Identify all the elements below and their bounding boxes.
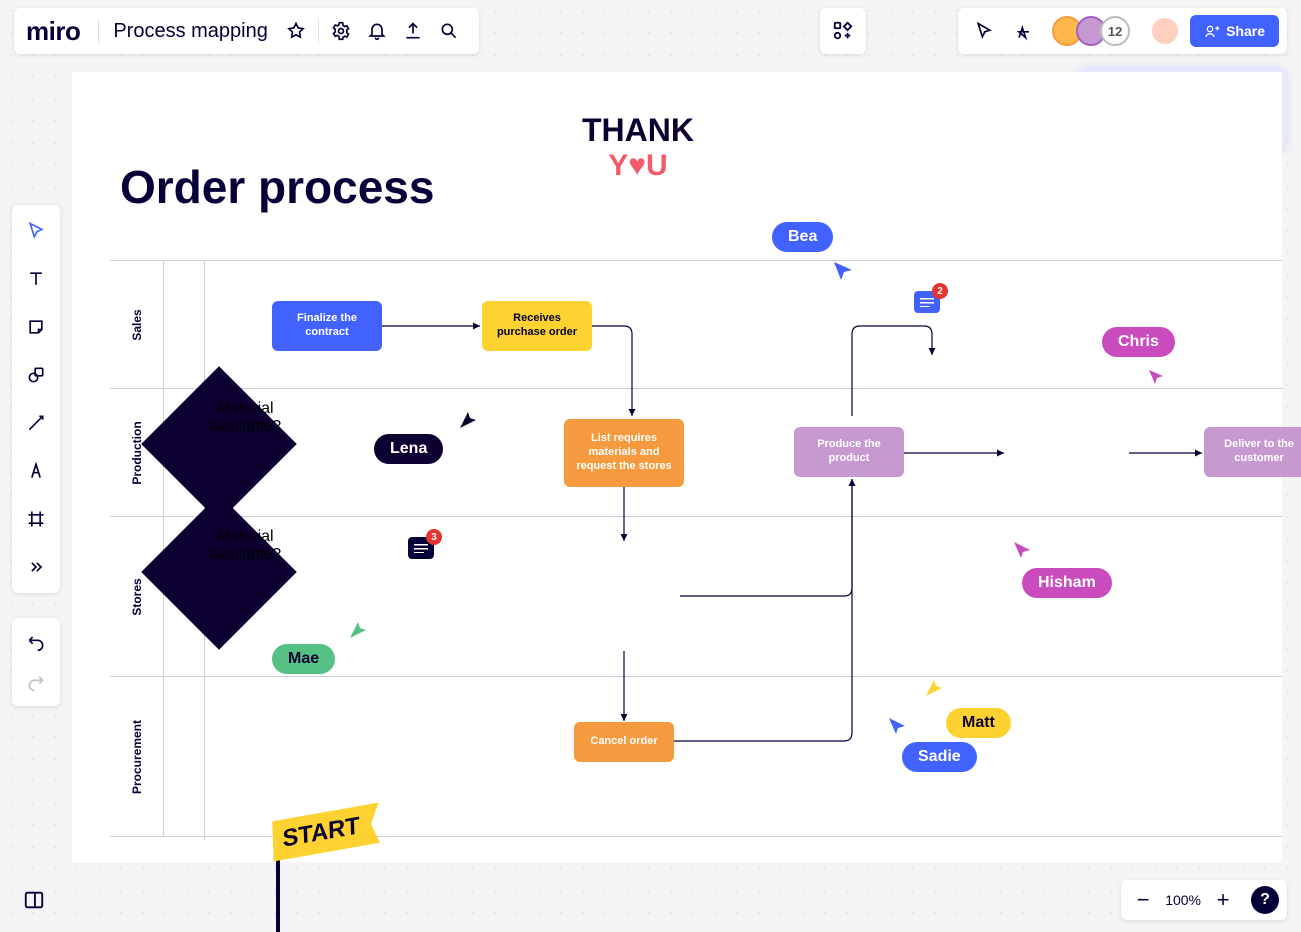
cursor-label-hisham: Hisham — [1022, 568, 1112, 598]
cursor-arrow-matt — [924, 678, 944, 698]
upload-icon[interactable] — [395, 13, 431, 49]
cursor-arrow-sadie — [887, 716, 907, 736]
logo[interactable]: miro — [26, 16, 80, 47]
reactions-icon[interactable] — [1006, 13, 1042, 49]
left-toolbar — [12, 205, 60, 593]
node-finalize[interactable]: Finalize the contract — [272, 301, 382, 351]
cursor-label-mae: Mae — [272, 644, 335, 674]
topbar-right: 12 Share — [958, 8, 1287, 54]
search-icon[interactable] — [431, 13, 467, 49]
comment-badge-2[interactable]: 3 — [408, 537, 434, 559]
redo-button[interactable] — [18, 664, 54, 700]
node-produce[interactable]: Produce the product — [794, 427, 904, 477]
cursor-arrow-mae — [348, 620, 370, 642]
cursor-chris: Chris — [1102, 327, 1175, 357]
lane-label-stores: Stores — [130, 578, 144, 615]
line-tool[interactable] — [16, 403, 56, 443]
undo-toolbar — [12, 618, 60, 706]
avatar-self[interactable] — [1150, 16, 1180, 46]
avatars[interactable]: 12 — [1052, 16, 1130, 46]
cursor-hisham: Hisham — [1022, 568, 1112, 598]
comment-badge-1[interactable]: 2 — [914, 291, 940, 313]
node-cancel[interactable]: Cancel order — [574, 722, 674, 762]
board-canvas[interactable]: Order process THANK Y♥U Sales Finalize t… — [72, 72, 1282, 862]
zoom-out[interactable]: − — [1129, 886, 1157, 914]
zoom-controls: − 100% + ? — [1121, 880, 1287, 920]
cursor-arrow-bea — [832, 260, 856, 284]
node-material-1[interactable]: Material available? — [141, 494, 297, 650]
start-flag: START — [272, 802, 380, 861]
cursor-bea: Bea — [772, 222, 833, 252]
panel-toggle[interactable] — [14, 880, 54, 920]
settings-icon[interactable] — [323, 13, 359, 49]
topbar-left: miro Process mapping — [14, 8, 479, 54]
pen-tool[interactable] — [16, 451, 56, 491]
cursor-label-chris: Chris — [1102, 327, 1175, 357]
cursor-matt: Matt — [946, 708, 1011, 738]
cursor-arrow-hisham — [1012, 540, 1032, 560]
sticker-thank-line1: THANK — [582, 112, 694, 149]
share-label: Share — [1226, 23, 1265, 39]
cursor-icon[interactable] — [966, 13, 1002, 49]
more-tools[interactable] — [16, 547, 56, 587]
comment-count-1: 2 — [932, 283, 948, 299]
apps-button[interactable] — [820, 8, 866, 54]
cursor-lena: Lena — [374, 434, 443, 464]
cursor-label-lena: Lena — [374, 434, 443, 464]
share-button[interactable]: Share — [1190, 15, 1279, 47]
cursor-mae: Mae — [272, 644, 335, 674]
lane-label-procurement: Procurement — [130, 719, 144, 793]
lane-label-sales: Sales — [130, 309, 144, 340]
frame-tool[interactable] — [16, 499, 56, 539]
node-list[interactable]: List requires materials and request the … — [564, 419, 684, 487]
zoom-value[interactable]: 100% — [1165, 892, 1201, 908]
bell-icon[interactable] — [359, 13, 395, 49]
sticker-start[interactable]: START — [272, 812, 380, 932]
help-button[interactable]: ? — [1251, 886, 1279, 914]
board-name[interactable]: Process mapping — [103, 20, 278, 43]
flag-pole — [276, 852, 280, 932]
lane-label-production: Production — [130, 421, 144, 484]
cursor-arrow-chris — [1147, 368, 1167, 388]
star-icon[interactable] — [278, 13, 314, 49]
sticky-tool[interactable] — [16, 307, 56, 347]
comment-count-2: 3 — [426, 529, 442, 545]
sticker-thank-you[interactable]: THANK Y♥U — [582, 112, 694, 183]
node-receive[interactable]: Receives purchase order — [482, 301, 592, 351]
undo-button[interactable] — [18, 624, 54, 660]
cursor-label-bea: Bea — [772, 222, 833, 252]
cursor-sadie: Sadie — [902, 742, 977, 772]
text-tool[interactable] — [16, 259, 56, 299]
sticker-thank-line2: Y♥U — [582, 149, 694, 183]
cursor-arrow-lena — [458, 410, 480, 432]
avatar-count[interactable]: 12 — [1100, 16, 1130, 46]
board-title[interactable]: Order process — [120, 160, 434, 214]
shapes-tool[interactable] — [16, 355, 56, 395]
cursor-label-sadie: Sadie — [902, 742, 977, 772]
lane-production: Production List requires materials and r… — [110, 389, 1282, 517]
cursor-label-matt: Matt — [946, 708, 1011, 738]
node-deliver[interactable]: Deliver to the customer — [1204, 427, 1301, 477]
divider — [98, 19, 99, 43]
lane-sales: Sales Finalize the contract Receives pur… — [110, 261, 1282, 389]
select-tool[interactable] — [16, 211, 56, 251]
zoom-in[interactable]: + — [1209, 886, 1237, 914]
divider — [318, 19, 319, 43]
